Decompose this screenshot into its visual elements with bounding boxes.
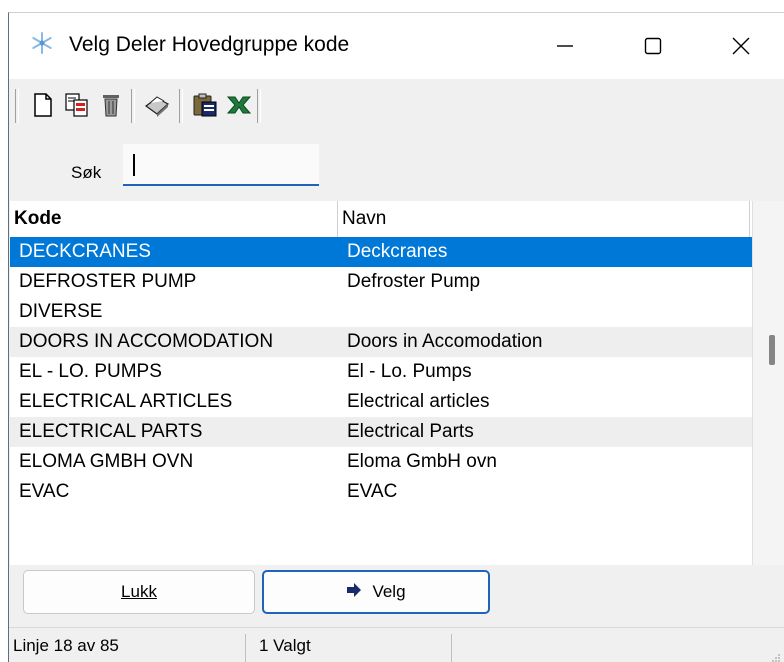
resize-grip-icon[interactable] [771,650,781,662]
delete-icon [100,92,122,123]
cell-navn: Defroster Pump [347,271,481,292]
cell-navn: Deckcranes [347,241,448,262]
table-row[interactable]: DEFROSTER PUMP Defroster Pump [10,267,752,297]
cell-kode: EVAC [19,481,70,502]
copy-icon [64,92,90,123]
grid-header: Kode Navn [10,201,752,238]
copy-button[interactable] [61,91,93,123]
table-row[interactable]: ELOMA GMBH OVN Eloma GmbH ovn [10,447,752,477]
cell-kode: DECKCRANES [19,241,151,262]
table-row[interactable]: EL - LO. PUMPS El - Lo. Pumps [10,357,752,387]
cell-kode: EL - LO. PUMPS [19,361,162,382]
cell-navn: Electrical Parts [347,421,474,442]
delete-button[interactable] [95,91,127,123]
maximize-button[interactable] [609,13,697,79]
toolbar-separator [131,89,135,123]
paste-button[interactable] [189,91,221,123]
data-grid: Kode Navn DECKCRANES Deckcranes DEFROSTE… [10,201,752,565]
table-row[interactable]: DECKCRANES Deckcranes [10,237,752,267]
table-row[interactable]: ELECTRICAL PARTS Electrical Parts [10,417,752,447]
maximize-icon [643,36,663,56]
cell-kode: ELOMA GMBH OVN [19,451,194,472]
status-bar: Linje 18 av 85 1 Valgt [9,627,784,662]
paste-icon [192,92,218,123]
cell-kode: DIVERSE [19,301,103,322]
toolbar-separator [257,89,261,123]
minimize-icon [555,36,575,56]
cell-navn: Eloma GmbH ovn [347,451,497,472]
cell-navn: El - Lo. Pumps [347,361,472,382]
cell-kode: ELECTRICAL ARTICLES [19,391,233,412]
close-icon [731,36,751,56]
cell-kode: ELECTRICAL PARTS [19,421,203,442]
status-separator [245,634,246,662]
toolbar-separator [15,89,19,123]
new-button[interactable] [27,91,59,123]
search-label: Søk [71,163,102,182]
cell-kode: DEFROSTER PUMP [19,271,197,292]
cell-navn: EVAC [347,481,398,502]
arrow-right-icon [346,582,372,602]
snowflake-icon [31,32,53,54]
velg-button-label: Velg [372,582,406,601]
cell-kode: DOORS IN ACCOMODATION [19,331,274,352]
table-row[interactable]: ELECTRICAL ARTICLES Electrical articles [10,387,752,417]
lukk-button[interactable]: Lukk [23,570,255,614]
dialog-window: Velg Deler Hovedgruppe kode Søk Kode Nav… [8,12,784,662]
table-row[interactable]: DOORS IN ACCOMODATION Doors in Accomodat… [10,327,752,357]
search-input[interactable] [123,144,319,186]
column-header-navn[interactable]: Navn [338,201,750,237]
close-button[interactable] [697,13,784,79]
column-header-kode[interactable]: Kode [10,201,338,237]
velg-button[interactable]: Velg [262,570,490,614]
print-button[interactable] [141,91,173,123]
new-document-icon [32,92,54,123]
excel-export-button[interactable] [223,91,255,123]
lukk-button-label: Lukk [121,582,157,601]
minimize-button[interactable] [521,13,609,79]
cell-navn: Doors in Accomodation [347,331,543,352]
table-row[interactable]: EVAC EVAC [10,477,752,507]
excel-export-icon [226,92,252,123]
toolbar-separator [179,89,183,123]
cell-navn: Electrical articles [347,391,490,412]
status-separator [451,634,452,662]
background-window-strip [0,0,784,12]
status-line-count: Linje 18 av 85 [13,636,119,655]
title-bar: Velg Deler Hovedgruppe kode [9,13,784,79]
window-title: Velg Deler Hovedgruppe kode [69,33,350,56]
vertical-scrollbar[interactable] [752,201,784,565]
text-caret [133,154,135,176]
status-selected-count: 1 Valgt [259,636,311,655]
print-icon [143,92,171,123]
table-row[interactable]: DIVERSE [10,297,752,327]
scrollbar-thumb[interactable] [769,335,775,365]
toolbar [9,79,784,135]
